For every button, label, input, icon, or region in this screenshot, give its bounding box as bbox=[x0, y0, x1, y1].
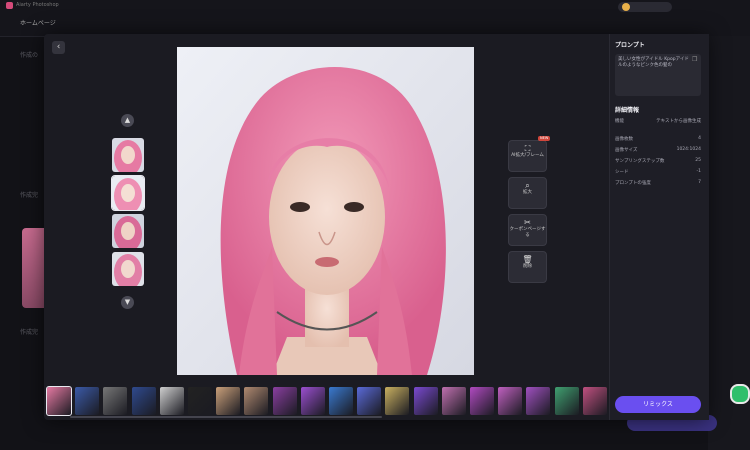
bg-section-2: 作成完 bbox=[20, 192, 39, 199]
coupon-icon: ✂ bbox=[524, 218, 531, 227]
strip-thumbnail[interactable] bbox=[131, 387, 156, 415]
bg-section-3: 作成完 bbox=[20, 329, 39, 336]
detail-value-function: テキストから画像生成 bbox=[656, 119, 701, 124]
zoom-button[interactable]: ⌕ 拡大 bbox=[508, 177, 547, 209]
zoom-icon: ⌕ bbox=[525, 181, 530, 190]
main-image bbox=[177, 47, 474, 375]
details-title: 詳細情報 bbox=[615, 107, 640, 114]
strip-thumbnail[interactable] bbox=[216, 387, 241, 415]
app-title: Aiarty Photoshop bbox=[16, 2, 59, 8]
detail-label-function: 機能 bbox=[615, 119, 624, 124]
thumbnail-strip bbox=[44, 384, 608, 418]
detail-label-seed: シード bbox=[615, 170, 629, 175]
strip-scrollbar[interactable] bbox=[70, 416, 382, 418]
ai-expand-button[interactable]: ⛶ AI拡大/フレーム bbox=[508, 140, 547, 172]
strip-thumbnail[interactable] bbox=[75, 387, 100, 415]
strip-thumbnail[interactable] bbox=[357, 387, 382, 415]
strip-thumbnail[interactable] bbox=[188, 387, 212, 415]
help-fab-icon[interactable] bbox=[730, 384, 750, 404]
app-logo-icon bbox=[6, 2, 13, 9]
home-link[interactable]: ホームページ bbox=[20, 18, 56, 27]
strip-thumbnail[interactable] bbox=[526, 387, 551, 415]
detail-label-size: 画像サイズ bbox=[615, 148, 638, 153]
coin-icon bbox=[622, 3, 630, 11]
back-button[interactable]: ‹ bbox=[52, 41, 65, 54]
coupon-button[interactable]: ✂ クーポンページする bbox=[508, 214, 547, 246]
new-badge: NEW bbox=[538, 136, 551, 141]
strip-thumbnail[interactable] bbox=[470, 387, 494, 415]
trash-icon: 🗑 bbox=[522, 255, 533, 264]
strip-thumbnail[interactable] bbox=[554, 387, 579, 415]
prompt-title: プロンプト bbox=[615, 42, 645, 49]
variant-thumbnail[interactable] bbox=[112, 138, 144, 172]
variant-thumbnail-selected[interactable] bbox=[111, 175, 145, 211]
strip-thumbnail[interactable] bbox=[272, 387, 297, 415]
strip-thumbnail[interactable] bbox=[103, 387, 128, 415]
bg-section-1: 作成の bbox=[20, 52, 39, 59]
remix-button[interactable]: リミックス bbox=[615, 396, 701, 413]
strip-thumbnail[interactable] bbox=[498, 387, 523, 415]
variant-thumbnail[interactable] bbox=[112, 252, 144, 286]
detail-value-steps: 25 bbox=[695, 158, 701, 163]
copy-icon[interactable]: ❐ bbox=[692, 56, 697, 63]
detail-value-size: 1024:1024 bbox=[676, 147, 701, 152]
variant-thumbnail[interactable] bbox=[112, 214, 144, 248]
strip-thumbnail[interactable] bbox=[300, 387, 325, 415]
detail-label-count: 画像枚数 bbox=[615, 137, 633, 142]
strip-thumbnail[interactable] bbox=[329, 387, 353, 415]
delete-button[interactable]: 🗑 削除 bbox=[508, 251, 547, 283]
scroll-down-button[interactable]: ▼ bbox=[121, 296, 134, 309]
strip-thumbnail[interactable] bbox=[244, 387, 269, 415]
strip-thumbnail[interactable] bbox=[385, 387, 410, 415]
ai-expand-icon: ⛶ bbox=[524, 144, 531, 153]
strip-thumbnail-selected[interactable] bbox=[46, 386, 72, 416]
prompt-text: 美しい女性がアイドル Kpopアイドルのようなピンク色の髪の bbox=[618, 57, 689, 68]
scroll-up-button[interactable]: ▲ bbox=[121, 114, 134, 127]
strip-thumbnail[interactable] bbox=[413, 387, 438, 415]
strip-thumbnail[interactable] bbox=[159, 387, 184, 415]
strip-thumbnail[interactable] bbox=[582, 387, 607, 415]
detail-value-seed: -1 bbox=[696, 169, 702, 174]
detail-value-strength: 7 bbox=[698, 180, 701, 185]
detail-value-count: 4 bbox=[698, 136, 701, 141]
strip-thumbnail[interactable] bbox=[441, 387, 466, 415]
